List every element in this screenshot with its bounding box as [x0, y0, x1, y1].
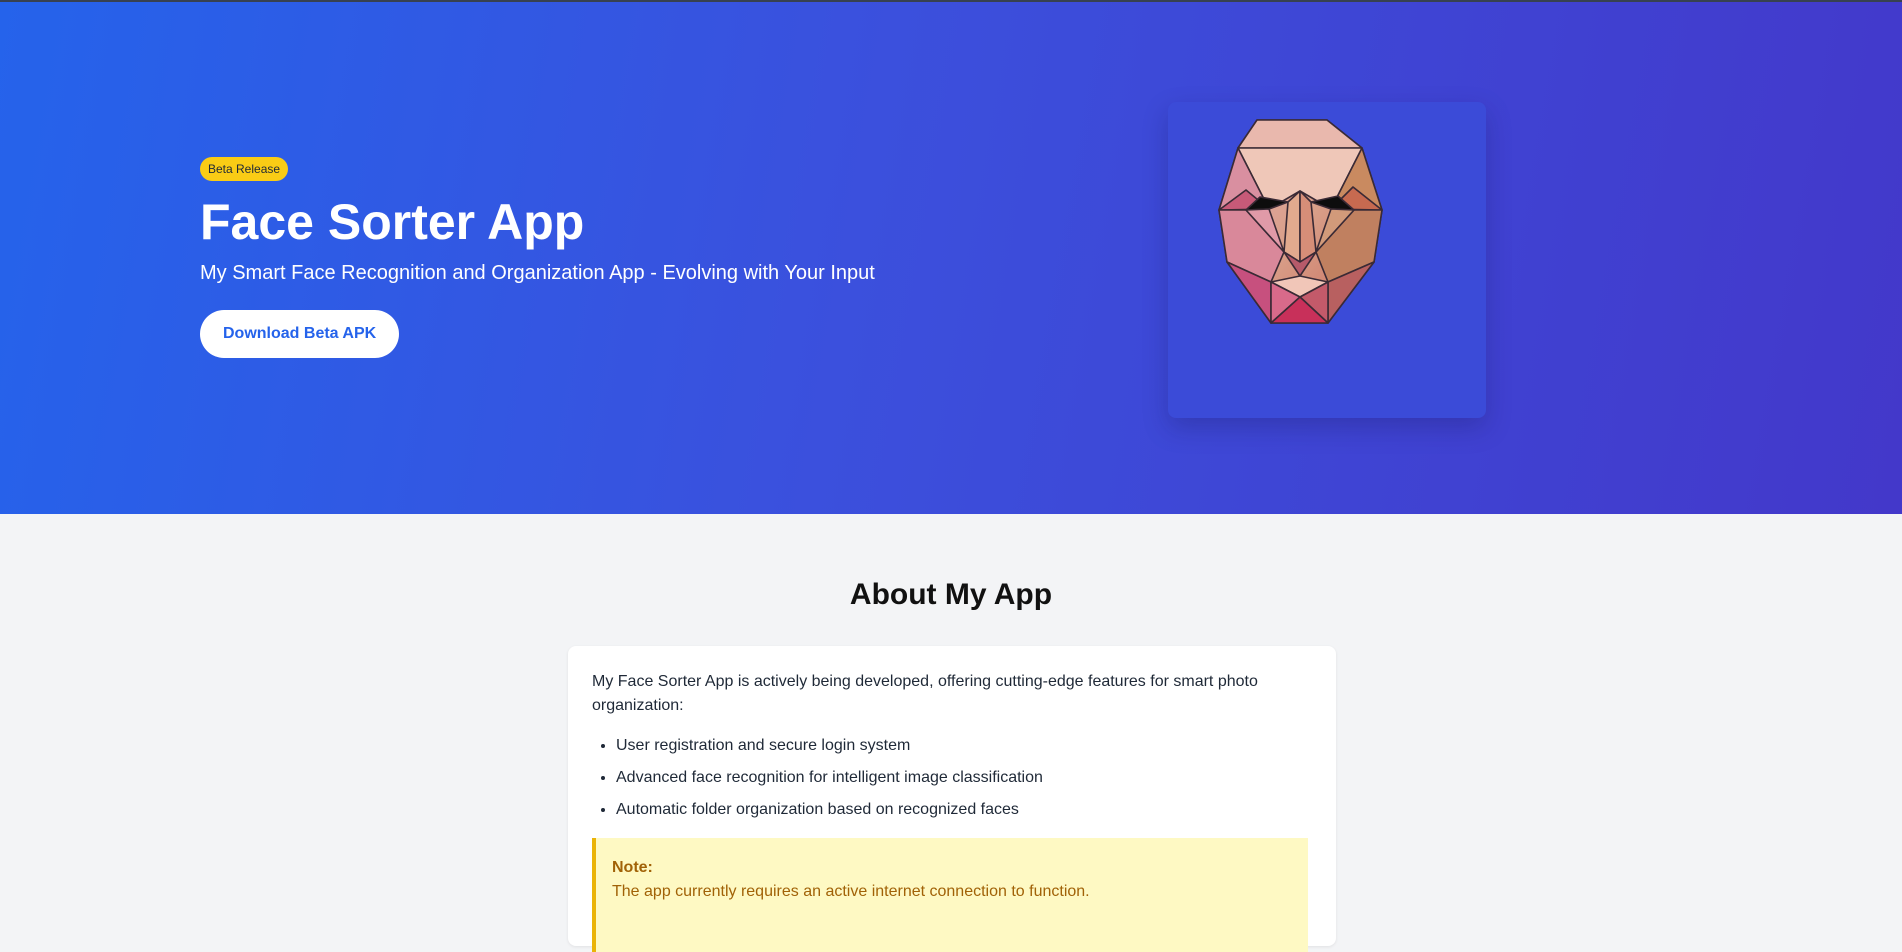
list-item: Advanced face recognition for intelligen…: [616, 766, 1043, 790]
hero-subtitle: My Smart Face Recognition and Organizati…: [200, 262, 875, 284]
list-item: Automatic folder organization based on r…: [616, 798, 1043, 822]
hero-image-card: [1168, 102, 1486, 418]
download-apk-button[interactable]: Download Beta APK: [200, 310, 400, 358]
list-item: User registration and secure login syste…: [616, 734, 1043, 758]
note-box: Note: The app currently requires an acti…: [592, 838, 1308, 952]
hero-content: Beta Release Face Sorter App My Smart Fa…: [200, 157, 960, 358]
note-text: The app currently requires an active int…: [612, 883, 1090, 900]
top-border: [0, 0, 1902, 2]
hero-title: Face Sorter App: [200, 194, 585, 250]
low-poly-face-icon: [1218, 119, 1383, 324]
feature-list: User registration and secure login syste…: [592, 734, 1043, 830]
about-card: My Face Sorter App is actively being dev…: [568, 646, 1336, 952]
hero-section: Beta Release Face Sorter App My Smart Fa…: [0, 0, 1902, 514]
about-title: About My App: [849, 578, 1053, 611]
about-intro: My Face Sorter App is actively being dev…: [592, 673, 1258, 714]
beta-badge: Beta Release: [200, 157, 289, 181]
note-title: Note:: [612, 859, 653, 876]
